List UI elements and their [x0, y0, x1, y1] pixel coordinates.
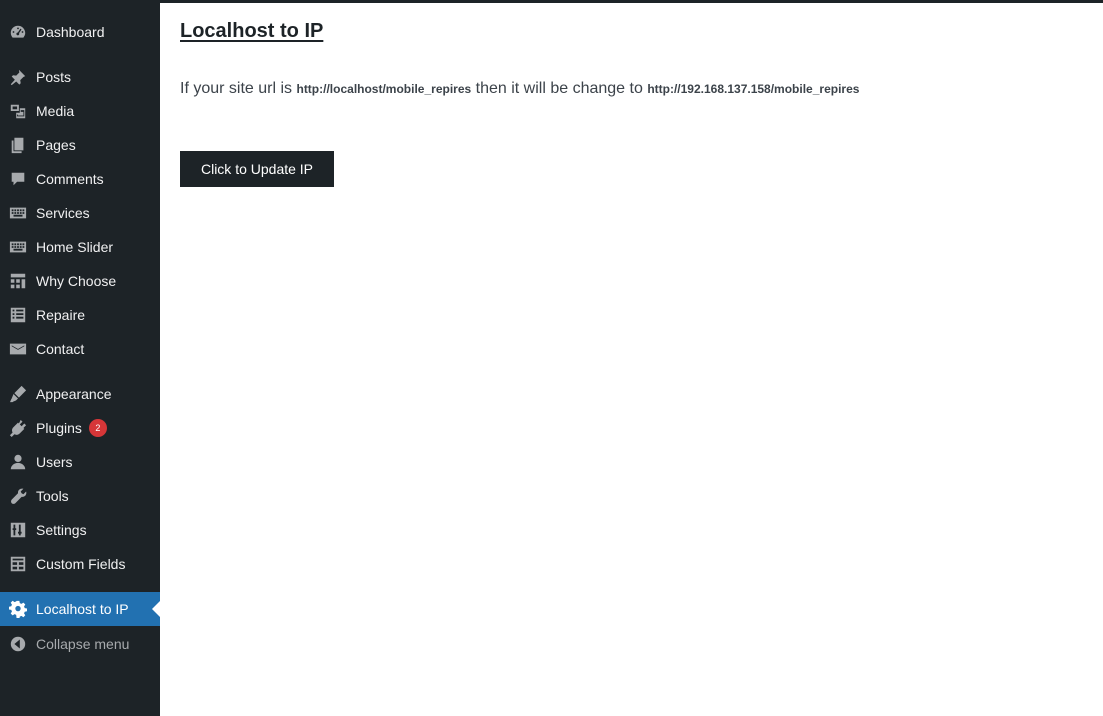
sidebar-item-settings[interactable]: Settings [0, 513, 160, 547]
keyboard-icon [8, 238, 28, 256]
sidebar-item-plugins[interactable]: Plugins 2 [0, 411, 160, 445]
sidebar-item-label: Dashboard [36, 24, 105, 40]
sidebar-item-services[interactable]: Services [0, 196, 160, 230]
keyboard-icon [8, 204, 28, 222]
sidebar-item-label: Repaire [36, 307, 86, 323]
sidebar-item-label: Media [36, 103, 75, 119]
sidebar-item-label: Contact [36, 341, 85, 357]
update-ip-button[interactable]: Click to Update IP [180, 151, 334, 187]
sidebar-item-label: Settings [36, 522, 87, 538]
plug-icon [8, 419, 28, 437]
sidebar-item-label: Home Slider [36, 239, 114, 255]
media-icon [8, 102, 28, 120]
table-icon [8, 555, 28, 573]
layout-icon [8, 272, 28, 290]
sidebar-item-dashboard[interactable]: Dashboard [0, 15, 160, 49]
collapse-icon [8, 635, 28, 653]
sidebar-item-label: Comments [36, 171, 104, 187]
dashboard-icon [8, 23, 28, 41]
sidebar-item-label: Appearance [36, 386, 112, 402]
sidebar-item-tools[interactable]: Tools [0, 479, 160, 513]
sidebar-item-label: Why Choose [36, 273, 117, 289]
sidebar-item-users[interactable]: Users [0, 445, 160, 479]
admin-top-bar [0, 0, 1103, 3]
pages-icon [8, 136, 28, 154]
sidebar-item-appearance[interactable]: Appearance [0, 377, 160, 411]
sidebar-item-label: Services [36, 205, 90, 221]
ip-url: http://192.168.137.158/mobile_repires [647, 82, 860, 96]
user-icon [8, 453, 28, 471]
comment-icon [8, 170, 28, 188]
sliders-icon [8, 521, 28, 539]
gear-icon [8, 600, 28, 618]
local-url: http://localhost/mobile_repires [296, 82, 472, 96]
sidebar-item-label: Collapse menu [36, 636, 130, 652]
sidebar-item-label: Posts [36, 69, 72, 85]
sidebar-item-label: Users [36, 454, 73, 470]
list-icon [8, 306, 28, 324]
brush-icon [8, 385, 28, 403]
description-text: If your site url is http://localhost/mob… [180, 80, 860, 97]
sidebar-item-pages[interactable]: Pages [0, 128, 160, 162]
page-title: Localhost to IP [180, 20, 324, 42]
sidebar-item-custom-fields[interactable]: Custom Fields [0, 547, 160, 581]
sidebar-item-posts[interactable]: Posts [0, 60, 160, 94]
wrench-icon [8, 487, 28, 505]
envelope-icon [8, 340, 28, 358]
plugins-update-badge: 2 [88, 419, 107, 438]
pin-icon [8, 68, 28, 86]
admin-sidebar: Dashboard Posts Media Pages Comments Ser… [0, 0, 160, 716]
sidebar-item-localhost-to-ip[interactable]: Localhost to IP [0, 592, 160, 626]
sidebar-item-label: Plugins 2 [36, 411, 107, 445]
sidebar-item-media[interactable]: Media [0, 94, 160, 128]
sidebar-item-comments[interactable]: Comments [0, 162, 160, 196]
sidebar-item-label: Tools [36, 488, 69, 504]
sidebar-item-label: Pages [36, 137, 76, 153]
collapse-menu-button[interactable]: Collapse menu [0, 627, 160, 661]
active-item-pointer [152, 601, 160, 617]
sidebar-item-repaire[interactable]: Repaire [0, 298, 160, 332]
sidebar-item-contact[interactable]: Contact [0, 332, 160, 366]
sidebar-item-label: Custom Fields [36, 556, 126, 572]
sidebar-item-home-slider[interactable]: Home Slider [0, 230, 160, 264]
sidebar-item-why-choose[interactable]: Why Choose [0, 264, 160, 298]
sidebar-item-label: Localhost to IP [36, 601, 129, 617]
